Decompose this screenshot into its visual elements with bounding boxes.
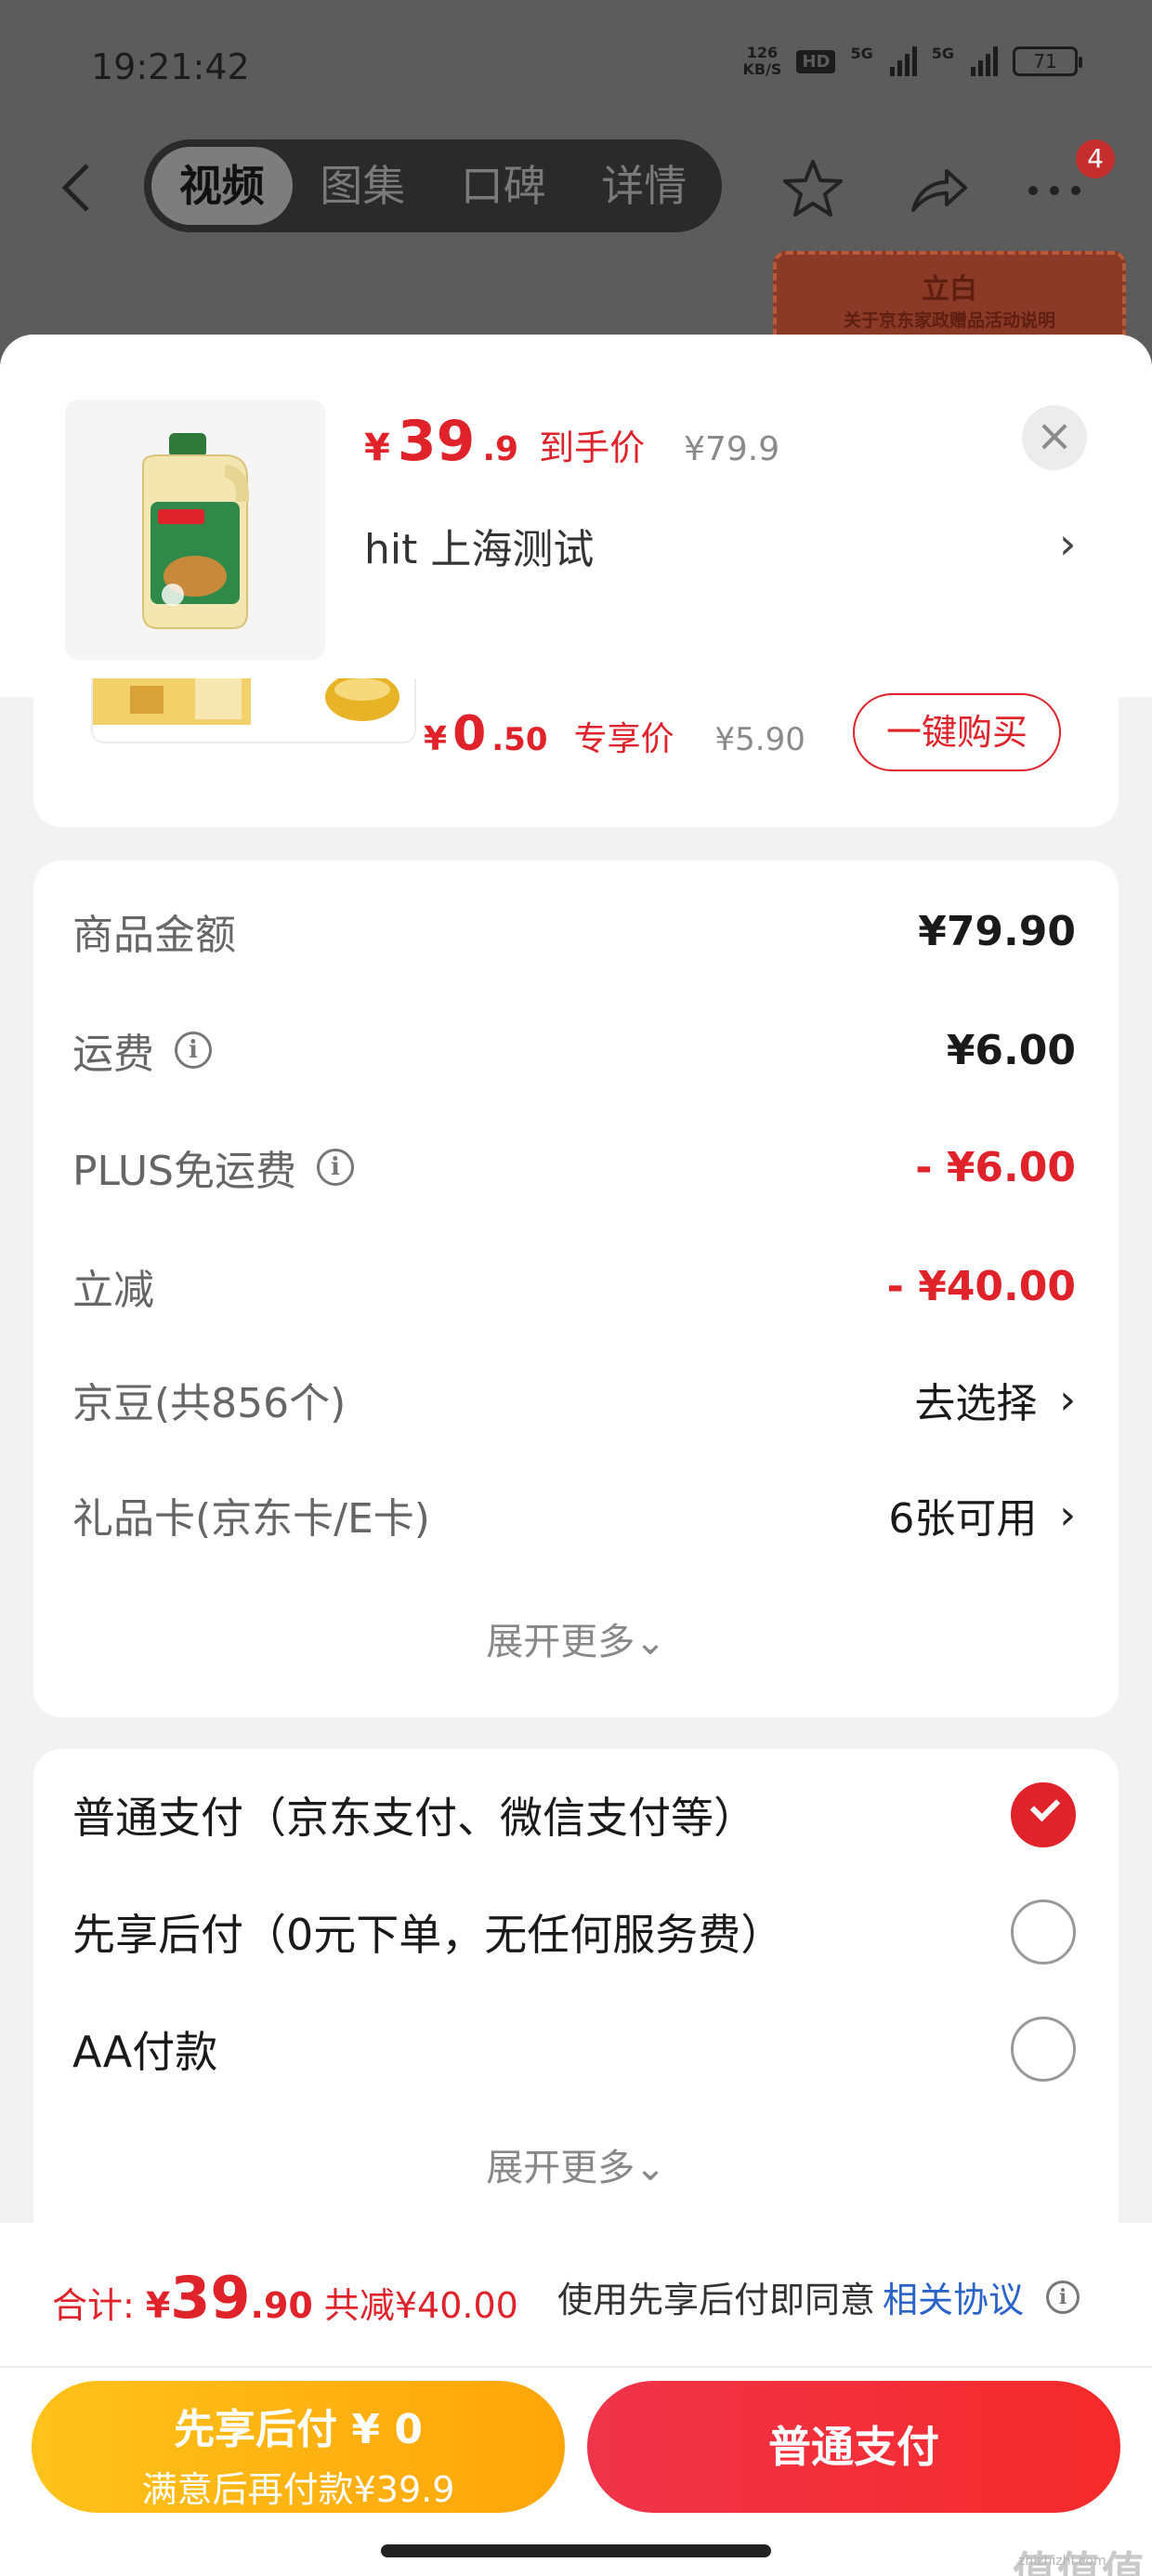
info-icon[interactable]: i — [175, 1032, 212, 1069]
final-price-tag: 到手价 — [539, 427, 646, 468]
signal-1-icon — [889, 46, 917, 76]
agreement-notice: 使用先享后付即同意 相关协议 i — [557, 2271, 1080, 2322]
original-price: ¥79.9 — [684, 430, 780, 468]
net-speed: 126 KB/S — [742, 44, 782, 78]
battery-icon: 71 — [1013, 46, 1082, 76]
info-icon[interactable]: i — [317, 1149, 354, 1186]
addon-original-price: ¥5.90 — [714, 721, 805, 758]
signal-2-icon — [971, 46, 998, 76]
chevron-right-icon: › — [1059, 1375, 1076, 1424]
summary-row-goods-amount: 商品金额 ¥79.90 — [72, 907, 1076, 960]
agreement-link[interactable]: 相关协议 — [883, 2271, 1024, 2322]
summary-row-gift-card[interactable]: 礼品卡(京东卡/E卡) 6张可用 › — [72, 1487, 1076, 1544]
close-button[interactable]: × — [1022, 405, 1087, 470]
status-icons: 126 KB/S HD 5G 5G 71 — [742, 44, 1082, 78]
summary-row-shipping: 运费 i ¥6.00 — [72, 1026, 1076, 1079]
unchecked-radio-icon[interactable] — [1011, 2017, 1076, 2082]
signal-1-label: 5G — [850, 45, 873, 62]
tab-video[interactable]: 视频 — [151, 147, 293, 225]
addon-card: ¥ 0 .50 专享价 ¥5.90 一键购买 — [33, 678, 1119, 827]
signal-2-label: 5G — [931, 45, 954, 62]
payment-option-aa[interactable]: AA付款 — [72, 2017, 1076, 2082]
top-nav: 视频 图集 口碑 详情 4 — [0, 139, 1152, 232]
total-discount: 共减¥40.00 — [323, 2285, 518, 2326]
product-name[interactable]: hit 上海测试 — [364, 516, 594, 575]
summary-row-plus-free-shipping: PLUS免运费 i - ¥6.00 — [72, 1143, 1076, 1196]
product-header: ¥ 39 .9 到手价 ¥79.9 × hit 上海测试 › — [0, 335, 1152, 697]
summary-row-instant-discount: 立减 - ¥40.00 — [72, 1262, 1076, 1315]
tab-gallery[interactable]: 图集 — [293, 147, 434, 225]
payment-option-pay-later[interactable]: 先享后付（0元下单，无任何服务费） — [72, 1899, 1076, 1965]
status-time: 19:21:42 — [91, 46, 250, 87]
watermark-url: zhizhizhi.com — [1018, 2554, 1106, 2569]
checked-radio-icon[interactable] — [1011, 1782, 1076, 1847]
product-image — [65, 400, 325, 660]
notification-badge: 4 — [1076, 139, 1115, 178]
order-total: 合计: ¥ 39 .90 共减¥40.00 — [52, 2264, 518, 2332]
one-click-buy-button[interactable]: 一键购买 — [853, 693, 1061, 771]
pay-later-button[interactable]: 先享后付 ¥ 0 满意后再付款¥39.9 — [32, 2381, 565, 2513]
price-summary-card: 商品金额 ¥79.90 运费 i ¥6.00 PLUS免运费 i - ¥6.00 立… — [33, 861, 1119, 1717]
promo-text: 关于京东家政赠品活动说明 — [843, 310, 1055, 331]
exclusive-price-tag: 专享价 — [573, 720, 674, 758]
addon-price: ¥ 0 .50 专享价 ¥5.90 — [424, 706, 805, 762]
unchecked-radio-icon[interactable] — [1011, 1899, 1076, 1965]
divider — [0, 2366, 1152, 2368]
expand-more-button[interactable]: 展开更多⌄ — [33, 1611, 1119, 1665]
tab-bar: 视频 图集 口碑 详情 — [144, 139, 722, 232]
payment-option-normal[interactable]: 普通支付（京东支付、微信支付等） — [72, 1782, 1076, 1847]
normal-pay-button[interactable]: 普通支付 — [587, 2381, 1120, 2513]
chevron-right-icon[interactable]: › — [1059, 519, 1076, 569]
tab-details[interactable]: 详情 — [574, 147, 715, 225]
expand-more-button[interactable]: 展开更多⌄ — [33, 2137, 1119, 2191]
home-indicator[interactable] — [381, 2544, 771, 2557]
tab-reviews[interactable]: 口碑 — [433, 147, 574, 225]
hd-icon: HD — [796, 49, 836, 73]
product-price: ¥ 39 .9 到手价 ¥79.9 — [364, 409, 780, 474]
page-background-overlay: 19:21:42 126 KB/S HD 5G 5G 71 视频 图集 口碑 详… — [0, 0, 1152, 381]
share-icon[interactable] — [906, 158, 971, 223]
close-icon: × — [1035, 410, 1074, 462]
favorite-star-icon[interactable] — [780, 156, 845, 221]
addon-product-image — [91, 678, 416, 743]
promo-brand-logo: 立白 — [922, 273, 977, 306]
status-bar: 19:21:42 126 KB/S HD 5G 5G 71 — [0, 0, 1152, 130]
back-icon[interactable] — [58, 160, 104, 212]
checkout-bottom-bar: 合计: ¥ 39 .90 共减¥40.00 使用先享后付即同意 相关协议 i 先… — [0, 2223, 1152, 2576]
info-icon[interactable]: i — [1046, 2280, 1080, 2314]
summary-row-jd-beans[interactable]: 京豆(共856个) 去选择 › — [72, 1372, 1076, 1428]
chevron-right-icon: › — [1059, 1491, 1076, 1539]
